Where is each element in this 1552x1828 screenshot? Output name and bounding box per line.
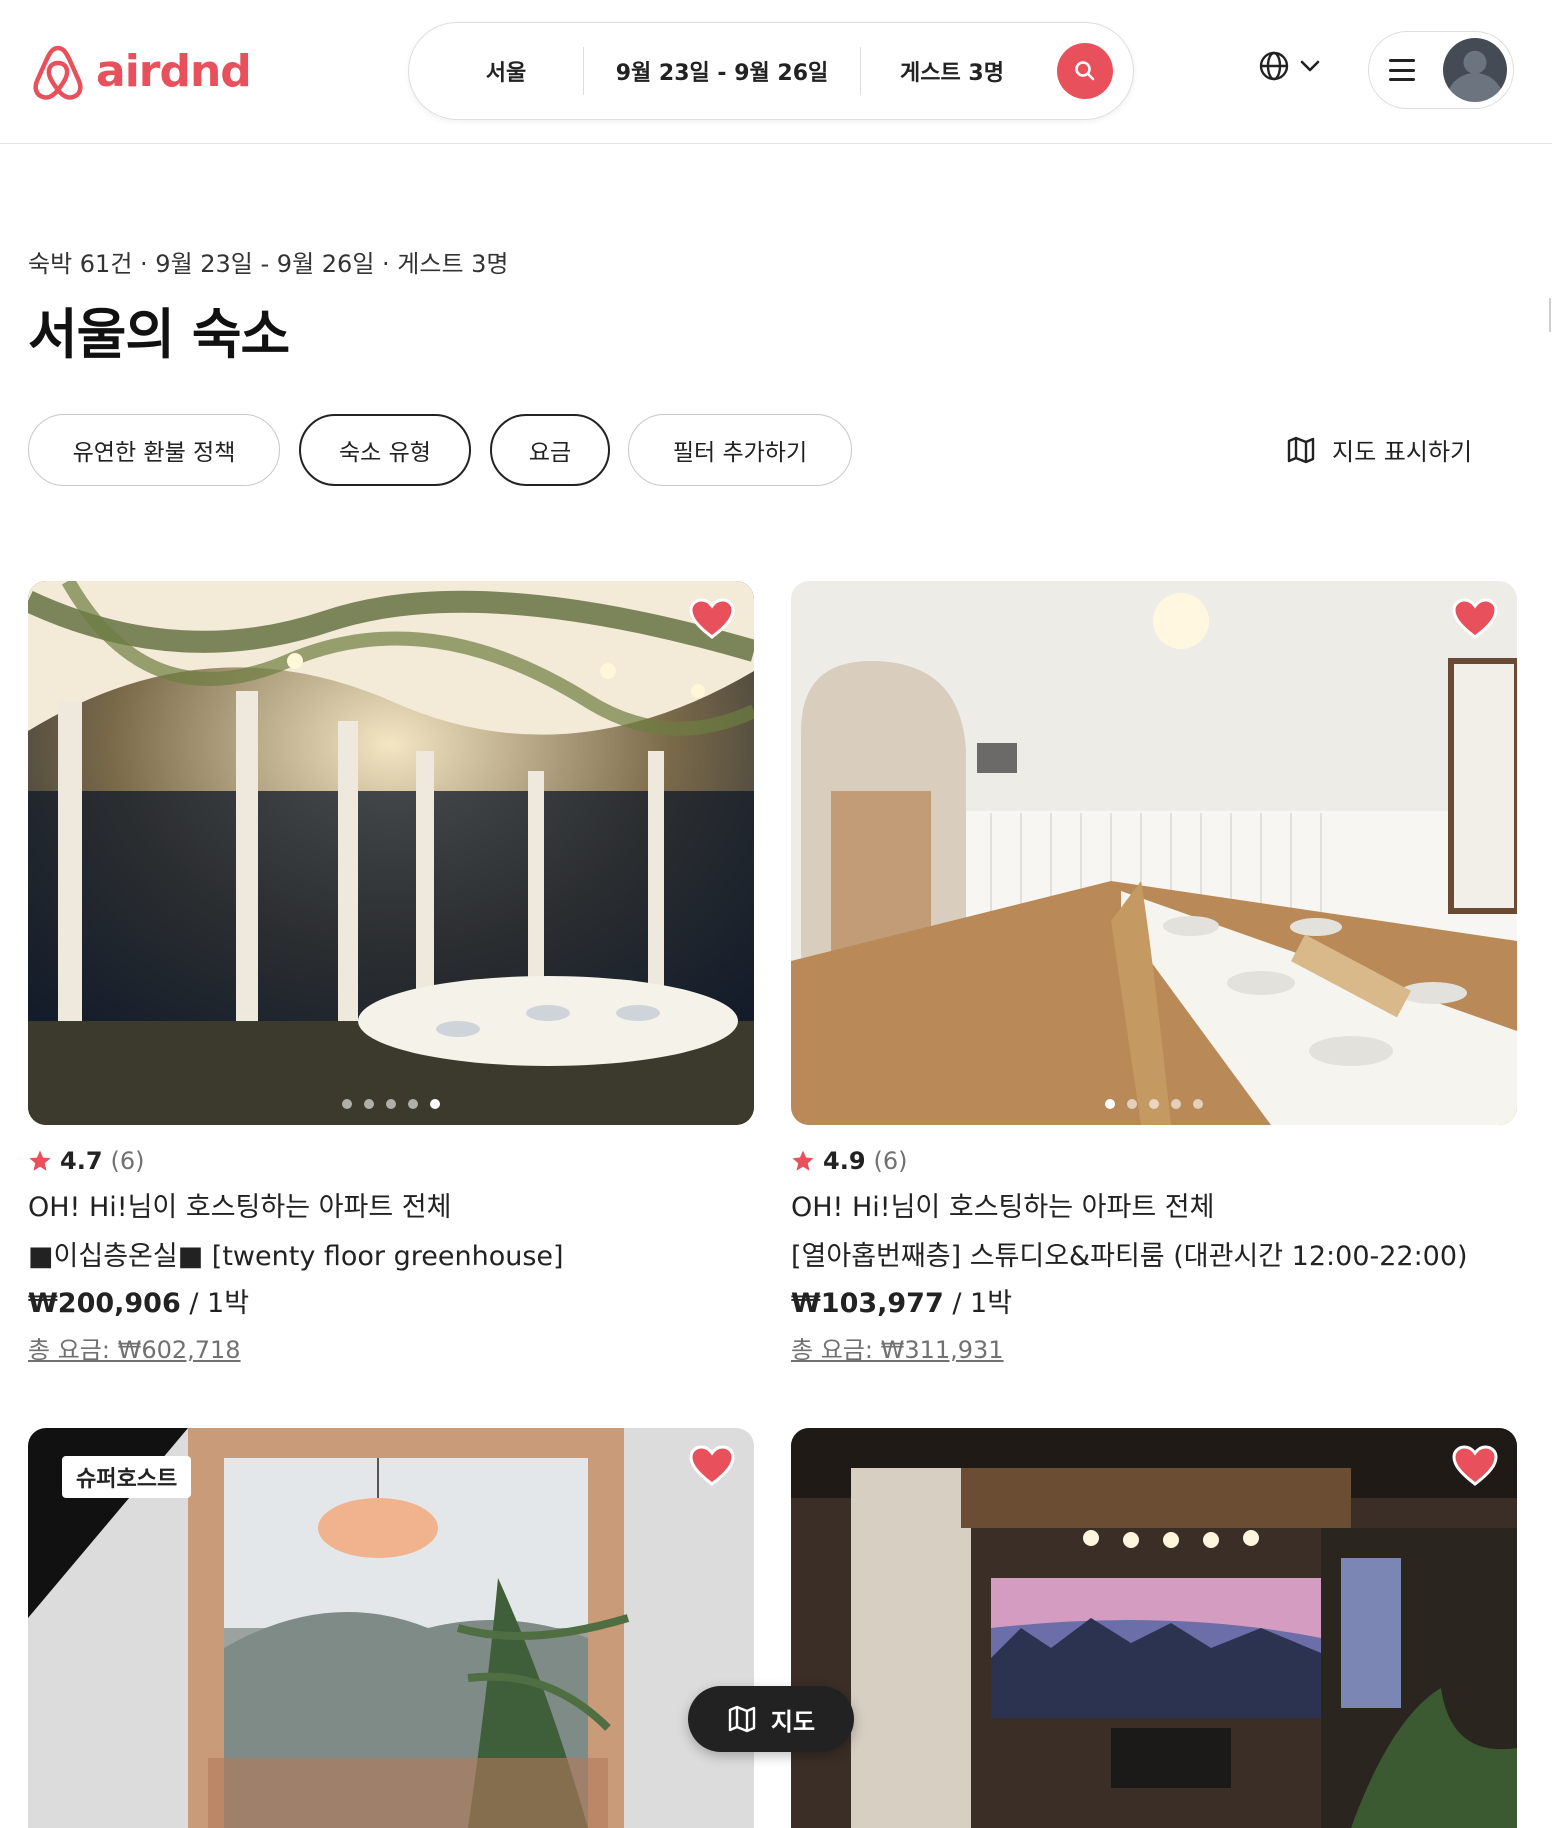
carousel-dot[interactable] [408,1099,418,1109]
star-icon [792,1150,814,1171]
listing-price-row: ₩200,906 / 1박 [28,1281,754,1320]
carousel-dot[interactable] [1149,1099,1159,1109]
listing-photo-image [791,1428,1517,1828]
show-map-label: 지도 표시하기 [1332,438,1473,466]
listing-photo[interactable]: 슈퍼호스트 [28,1428,754,1828]
hamburger-icon [1389,59,1415,81]
carousel-dot[interactable] [342,1099,352,1109]
review-count: (6) [873,1147,908,1175]
total-price-link[interactable]: 총 요금: ₩311,931 [791,1330,1517,1365]
listing-card[interactable]: 슈퍼호스트 [28,1428,754,1828]
search-location[interactable]: 서울 [429,55,583,87]
listing-card[interactable] [791,1428,1517,1828]
listing-card[interactable]: 4.9 (6) OH! Hi!님이 호스팅하는 아파트 전체 [열아홉번째층] … [791,581,1517,1365]
filter-price[interactable]: 요금 [490,414,610,486]
airdnd-logo-icon [33,45,83,100]
filter-more[interactable]: 필터 추가하기 [628,414,852,486]
results-summary: 숙박 61건 · 9월 23일 - 9월 26일 · 게스트 3명 [28,250,509,278]
map-icon [1287,436,1315,463]
carousel-dot[interactable] [1171,1099,1181,1109]
carousel-dot[interactable] [1193,1099,1203,1109]
heart-icon[interactable] [1451,1444,1499,1488]
listing-name[interactable]: [열아홉번째층] 스튜디오&파티룸 (대관시간 12:00-22:00) [791,1234,1517,1273]
search-button[interactable] [1057,43,1113,99]
airdnd-logo[interactable]: airdnd [30,42,252,102]
search-icon [1075,61,1095,81]
rating: 4.9 (6) [791,1147,1517,1175]
listing-host-line: OH! Hi!님이 호스팅하는 아파트 전체 [791,1192,1215,1223]
carousel-dot-active[interactable] [430,1099,440,1109]
carousel-dot-active[interactable] [1105,1099,1115,1109]
listing-photo[interactable] [791,581,1517,1125]
map-icon [728,1705,756,1733]
review-count: (6) [110,1147,145,1175]
listing-photo-image [28,581,754,1125]
search-guests[interactable]: 게스트 3명 [861,55,1043,87]
superhost-badge: 슈퍼호스트 [62,1456,192,1498]
page-title: 서울의 숙소 [28,303,290,366]
listing-photo-image [791,581,1517,1125]
heart-icon[interactable] [688,1444,736,1488]
price-unit: / 1박 [943,1288,1013,1319]
floating-map-label: 지도 [770,1707,816,1736]
listing-card[interactable]: 4.7 (6) OH! Hi!님이 호스팅하는 아파트 전체 ■이십층온실■ [… [28,581,754,1365]
account-menu-button[interactable] [1368,31,1514,109]
filter-flexible-refund[interactable]: 유연한 환불 정책 [28,414,280,486]
star-icon [29,1150,51,1171]
nightly-price: ₩103,977 [791,1288,944,1319]
search-dates[interactable]: 9월 23일 - 9월 26일 [584,55,860,87]
filter-property-type[interactable]: 숙소 유형 [299,414,471,486]
heart-icon[interactable] [1451,597,1499,641]
carousel-dot[interactable] [386,1099,396,1109]
show-map-toggle[interactable]: 지도 표시하기 [1286,432,1472,467]
scroll-indicator [1549,298,1551,332]
floating-map-button[interactable]: 지도 [688,1686,854,1752]
globe-icon [1259,51,1289,81]
heart-icon[interactable] [688,597,736,641]
carousel-dot[interactable] [1127,1099,1137,1109]
nightly-price: ₩200,906 [28,1288,181,1319]
rating-value: 4.9 [823,1147,866,1175]
chevron-down-icon [1300,60,1320,72]
photo-carousel-dots[interactable] [28,1099,754,1109]
listing-host-line: OH! Hi!님이 호스팅하는 아파트 전체 [28,1192,452,1223]
carousel-dot[interactable] [364,1099,374,1109]
avatar [1443,38,1507,102]
top-header: airdnd 서울 9월 23일 - 9월 26일 게스트 3명 [0,0,1552,144]
search-bar[interactable]: 서울 9월 23일 - 9월 26일 게스트 3명 [408,22,1134,120]
rating: 4.7 (6) [28,1147,754,1175]
brand-name: airdnd [96,46,252,97]
total-price-link[interactable]: 총 요금: ₩602,718 [28,1330,754,1365]
listing-price-row: ₩103,977 / 1박 [791,1281,1517,1320]
listing-name[interactable]: ■이십층온실■ [twenty floor greenhouse] [28,1234,754,1273]
photo-carousel-dots[interactable] [791,1099,1517,1109]
language-button[interactable] [1258,50,1320,82]
listing-photo[interactable] [791,1428,1517,1828]
price-unit: / 1박 [180,1288,250,1319]
rating-value: 4.7 [60,1147,103,1175]
listing-photo[interactable] [28,581,754,1125]
